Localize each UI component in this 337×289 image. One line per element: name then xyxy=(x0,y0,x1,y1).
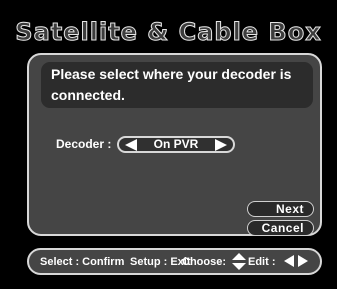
prompt-message: Please select where your decoder is conn… xyxy=(41,62,313,108)
footer-choose-hint: Choose: xyxy=(182,256,226,268)
arrow-up-icon xyxy=(232,253,246,260)
cancel-button[interactable]: Cancel xyxy=(247,220,314,236)
decoder-label: Decoder : xyxy=(56,137,112,151)
arrow-left-icon xyxy=(284,255,294,267)
arrow-down-icon xyxy=(232,263,246,270)
left-right-arrows-icon xyxy=(284,255,310,269)
next-button[interactable]: Next xyxy=(247,201,314,217)
up-down-arrows-icon xyxy=(232,253,246,271)
footer-select-hint: Select : Confirm xyxy=(40,256,125,268)
screen-title: Satellite & Cable Box xyxy=(15,18,322,47)
triangle-right-icon[interactable] xyxy=(215,139,227,151)
footer-help-bar: Select : Confirm Setup : Exit Choose: Ed… xyxy=(27,248,322,275)
footer-edit-hint: Edit : xyxy=(248,256,276,268)
arrow-right-icon xyxy=(298,255,308,267)
decoder-selector[interactable]: On PVR xyxy=(117,136,235,153)
